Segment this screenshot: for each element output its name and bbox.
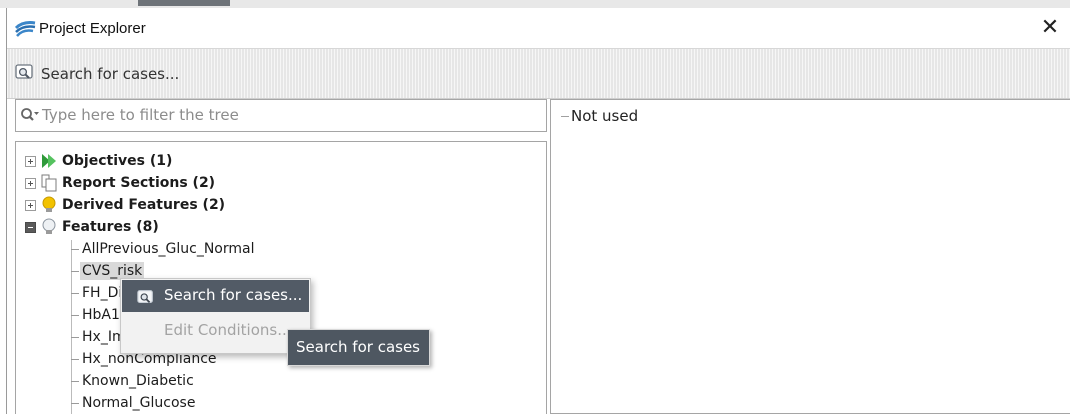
project-explorer-logo-icon — [14, 21, 37, 37]
window-title: Project Explorer — [39, 20, 146, 37]
tree-node-label: Derived Features (2) — [62, 197, 226, 213]
tree-node-report-sections[interactable]: Report Sections (2) — [25, 172, 215, 194]
tree-filter-field[interactable]: Type here to filter the tree — [15, 99, 547, 132]
not-used-item[interactable]: Not used — [561, 107, 638, 125]
derived-bulb-icon — [40, 196, 58, 214]
tooltip: Search for cases — [287, 329, 430, 366]
tree-connector — [71, 248, 79, 250]
tree-connector — [71, 358, 79, 360]
tree-connector — [71, 314, 79, 316]
tree-node-label: Objectives (1) — [62, 153, 173, 169]
context-menu: Search for cases... Edit Conditions... — [120, 278, 311, 354]
context-menu-search-label: Search for cases... — [164, 286, 303, 304]
tree-pane: Type here to filter the tree Objectives … — [15, 99, 547, 414]
tree-connector — [71, 292, 79, 294]
tree-leaf-normal-glucose[interactable]: Normal_Glucose — [71, 392, 197, 414]
tree-connector — [71, 380, 79, 382]
tree-leaf-label: AllPrevious_Gluc_Normal — [82, 241, 255, 257]
tree-connector — [561, 115, 569, 117]
search-cases-icon — [15, 62, 35, 86]
tree-connector — [71, 336, 79, 338]
tree-connector — [71, 270, 79, 272]
tree-leaf-label: Known_Diabetic — [82, 373, 194, 389]
tree-node-objectives[interactable]: Objectives (1) — [25, 150, 172, 172]
tree-node-label: Report Sections (2) — [62, 175, 216, 191]
objectives-flag-icon — [40, 152, 58, 170]
search-dropdown-icon[interactable] — [20, 107, 40, 125]
tree-leaf-label: Normal_Glucose — [82, 395, 196, 411]
expand-icon[interactable] — [25, 155, 36, 167]
context-menu-edit-conditions: Edit Conditions... — [122, 317, 309, 347]
tree-node-label: Features (8) — [62, 219, 159, 235]
title-bar: Project Explorer ✕ — [7, 8, 1070, 48]
report-sections-icon — [40, 174, 58, 192]
details-pane: Not used — [550, 99, 1070, 414]
tree-node-features[interactable]: Features (8) — [25, 216, 159, 238]
features-bulb-icon — [40, 218, 58, 236]
close-icon[interactable]: ✕ — [1037, 15, 1063, 41]
search-for-cases-label: Search for cases... — [41, 65, 180, 83]
tree-leaf-known-diabetic[interactable]: Known_Diabetic — [71, 370, 196, 392]
tree-node-derived-features[interactable]: Derived Features (2) — [25, 194, 225, 216]
collapse-icon[interactable] — [25, 221, 36, 233]
search-cases-icon — [137, 288, 155, 310]
expand-icon[interactable] — [25, 177, 36, 189]
not-used-label: Not used — [571, 107, 639, 125]
filter-placeholder: Type here to filter the tree — [42, 106, 239, 124]
toolbar: Search for cases... — [7, 48, 1070, 99]
desktop-top-strip — [0, 0, 1070, 8]
expand-icon[interactable] — [25, 199, 36, 211]
taskbar-fragment — [138, 0, 230, 6]
tree-leaf-allprevious-gluc-normal[interactable]: AllPrevious_Gluc_Normal — [71, 238, 256, 260]
context-menu-edit-label: Edit Conditions... — [164, 321, 292, 339]
context-menu-search-for-cases[interactable]: Search for cases... — [122, 280, 309, 312]
tree-connector — [71, 402, 79, 404]
search-for-cases-button[interactable]: Search for cases... — [15, 62, 179, 86]
